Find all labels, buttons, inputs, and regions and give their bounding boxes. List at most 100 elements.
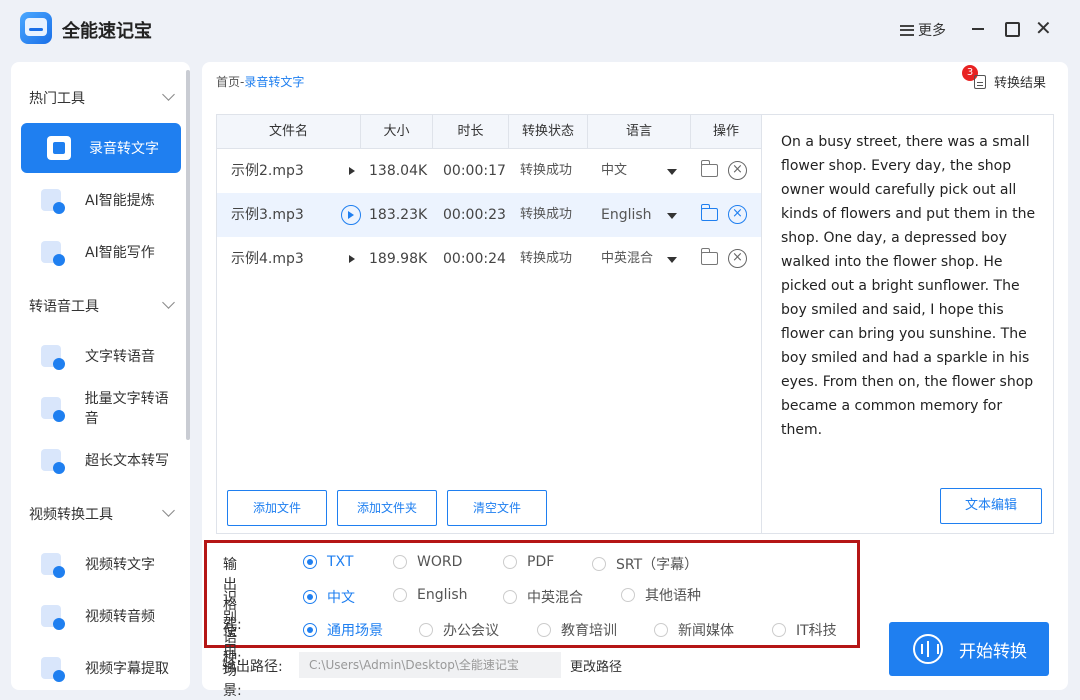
sidebar-item-subtitle-extract[interactable]: 视频字幕提取	[21, 643, 181, 690]
file-size: 138.04K	[369, 163, 428, 179]
col-status: 转换状态	[509, 115, 588, 149]
col-duration: 时长	[433, 115, 509, 149]
file-size: 183.23K	[369, 207, 428, 223]
options-panel: 输出格式: TXT WORD PDF SRT（字幕） 识别语种: 中文 Engl…	[204, 540, 860, 699]
table-row[interactable]: 示例3.mp3 183.23K 00:00:23 转换成功 English ×	[217, 193, 761, 237]
file-language[interactable]: 中文	[601, 149, 627, 193]
format-txt-radio[interactable]: TXT	[303, 554, 353, 570]
table-row[interactable]: 示例4.mp3 189.98K 00:00:24 转换成功 中英混合 ×	[217, 237, 761, 281]
chevron-down-icon	[162, 504, 175, 517]
output-path-field[interactable]: C:\Users\Admin\Desktop\全能速记宝	[299, 652, 561, 678]
document-icon	[974, 74, 986, 89]
file-name: 示例3.mp3	[231, 207, 304, 223]
transcript-text: On a busy street, there was a small flow…	[781, 134, 1036, 438]
ai-extract-icon	[41, 189, 65, 214]
play-icon[interactable]	[341, 205, 361, 225]
more-label: 更多	[918, 23, 946, 39]
sidebar-item-batch-tts[interactable]: 批量文字转语音	[21, 383, 181, 433]
format-word-radio[interactable]: WORD	[393, 554, 462, 570]
format-pdf-radio[interactable]: PDF	[503, 554, 554, 570]
video-text-icon	[41, 553, 65, 578]
remove-file-icon[interactable]: ×	[728, 249, 747, 268]
start-conversion-button[interactable]: 开始转换	[889, 622, 1049, 676]
title-bar: 全能速记宝 更多 ✕	[0, 0, 1080, 60]
chevron-down-icon	[162, 88, 175, 101]
change-path-link[interactable]: 更改路径	[570, 656, 622, 675]
sidebar-item-video-to-text[interactable]: 视频转文字	[21, 539, 181, 589]
breadcrumb-current: 录音转文字	[244, 75, 305, 89]
folder-icon[interactable]	[700, 248, 718, 265]
lang-english-radio[interactable]: English	[393, 587, 468, 603]
lang-chinese-radio[interactable]: 中文	[303, 587, 355, 607]
clear-files-button[interactable]: 清空文件	[447, 490, 547, 526]
lang-mixed-radio[interactable]: 中英混合	[503, 587, 583, 607]
sidebar-item-audio-to-text[interactable]: 录音转文字	[21, 123, 181, 173]
transcript-panel: On a busy street, there was a small flow…	[762, 114, 1054, 534]
menu-icon	[900, 24, 914, 36]
text-to-speech-icon	[41, 345, 65, 370]
file-size: 189.98K	[369, 251, 428, 267]
file-name: 示例4.mp3	[231, 251, 304, 267]
close-window-button[interactable]: ✕	[1035, 18, 1052, 38]
col-filename: 文件名	[217, 115, 361, 149]
file-status: 转换成功	[520, 207, 573, 222]
table-row[interactable]: 示例2.mp3 138.04K 00:00:17 转换成功 中文 ×	[217, 149, 761, 193]
dropdown-arrow-icon[interactable]	[667, 213, 677, 219]
sidebar-item-ai-extract[interactable]: AI智能提炼	[21, 175, 181, 225]
play-icon[interactable]	[341, 161, 361, 181]
ai-writing-icon	[41, 241, 65, 266]
edit-text-button[interactable]: 文本编辑	[940, 488, 1042, 524]
play-icon[interactable]	[341, 249, 361, 269]
scene-it-radio[interactable]: IT科技	[772, 620, 837, 640]
maximize-button[interactable]	[1003, 20, 1020, 37]
soundwave-icon	[913, 634, 943, 664]
sidebar-section-tts-tools[interactable]: 转语音工具	[29, 296, 179, 316]
file-language[interactable]: English	[601, 193, 652, 237]
breadcrumb: 首页-录音转文字	[216, 75, 305, 89]
sidebar-scrollbar[interactable]	[186, 70, 190, 440]
col-size: 大小	[361, 115, 433, 149]
scene-meeting-radio[interactable]: 办公会议	[419, 620, 499, 640]
dropdown-arrow-icon[interactable]	[667, 169, 677, 175]
dropdown-arrow-icon[interactable]	[667, 257, 677, 263]
file-status: 转换成功	[520, 251, 573, 266]
long-text-icon	[41, 449, 65, 474]
scene-news-radio[interactable]: 新闻媒体	[654, 620, 734, 640]
scene-general-radio[interactable]: 通用场景	[303, 620, 383, 640]
audio-text-icon	[47, 136, 71, 160]
more-menu-button[interactable]: 更多	[900, 20, 946, 40]
format-srt-radio[interactable]: SRT（字幕）	[592, 554, 698, 574]
folder-icon[interactable]	[700, 160, 718, 177]
app-logo-icon	[20, 12, 52, 44]
file-language[interactable]: 中英混合	[601, 237, 653, 281]
sidebar-item-ai-writing[interactable]: AI智能写作	[21, 227, 181, 277]
sidebar: 热门工具 录音转文字 AI智能提炼 AI智能写作 转语音工具 文字转语音 批量文…	[11, 62, 190, 690]
file-table: 文件名 大小 时长 转换状态 语言 操作 示例2.mp3 138.04K 00:…	[216, 114, 762, 534]
file-duration: 00:00:23	[443, 207, 506, 223]
lang-other-radio[interactable]: 其他语种	[621, 585, 701, 605]
conversion-results-link[interactable]: 3 转换结果	[962, 65, 1046, 91]
video-audio-icon	[41, 605, 65, 630]
table-header: 文件名 大小 时长 转换状态 语言 操作	[217, 115, 761, 149]
file-name: 示例2.mp3	[231, 163, 304, 179]
add-file-button[interactable]: 添加文件	[227, 490, 327, 526]
col-actions: 操作	[712, 124, 739, 139]
output-path-label: 输出路径:	[222, 659, 283, 675]
sidebar-section-video-tools[interactable]: 视频转换工具	[29, 504, 179, 524]
app-title: 全能速记宝	[62, 21, 152, 42]
add-folder-button[interactable]: 添加文件夹	[337, 490, 437, 526]
breadcrumb-home[interactable]: 首页	[216, 75, 240, 89]
file-duration: 00:00:17	[443, 163, 506, 179]
sidebar-section-hot-tools[interactable]: 热门工具	[29, 88, 179, 108]
folder-icon[interactable]	[700, 204, 718, 221]
file-duration: 00:00:24	[443, 251, 506, 267]
scene-education-radio[interactable]: 教育培训	[537, 620, 617, 640]
sidebar-item-long-text[interactable]: 超长文本转写	[21, 435, 181, 485]
sidebar-item-text-to-speech[interactable]: 文字转语音	[21, 331, 181, 381]
remove-file-icon[interactable]: ×	[728, 205, 747, 224]
minimize-button[interactable]	[970, 20, 986, 36]
remove-file-icon[interactable]: ×	[728, 161, 747, 180]
col-language: 语言	[588, 115, 691, 149]
chevron-down-icon	[162, 296, 175, 309]
sidebar-item-video-to-audio[interactable]: 视频转音频	[21, 591, 181, 641]
